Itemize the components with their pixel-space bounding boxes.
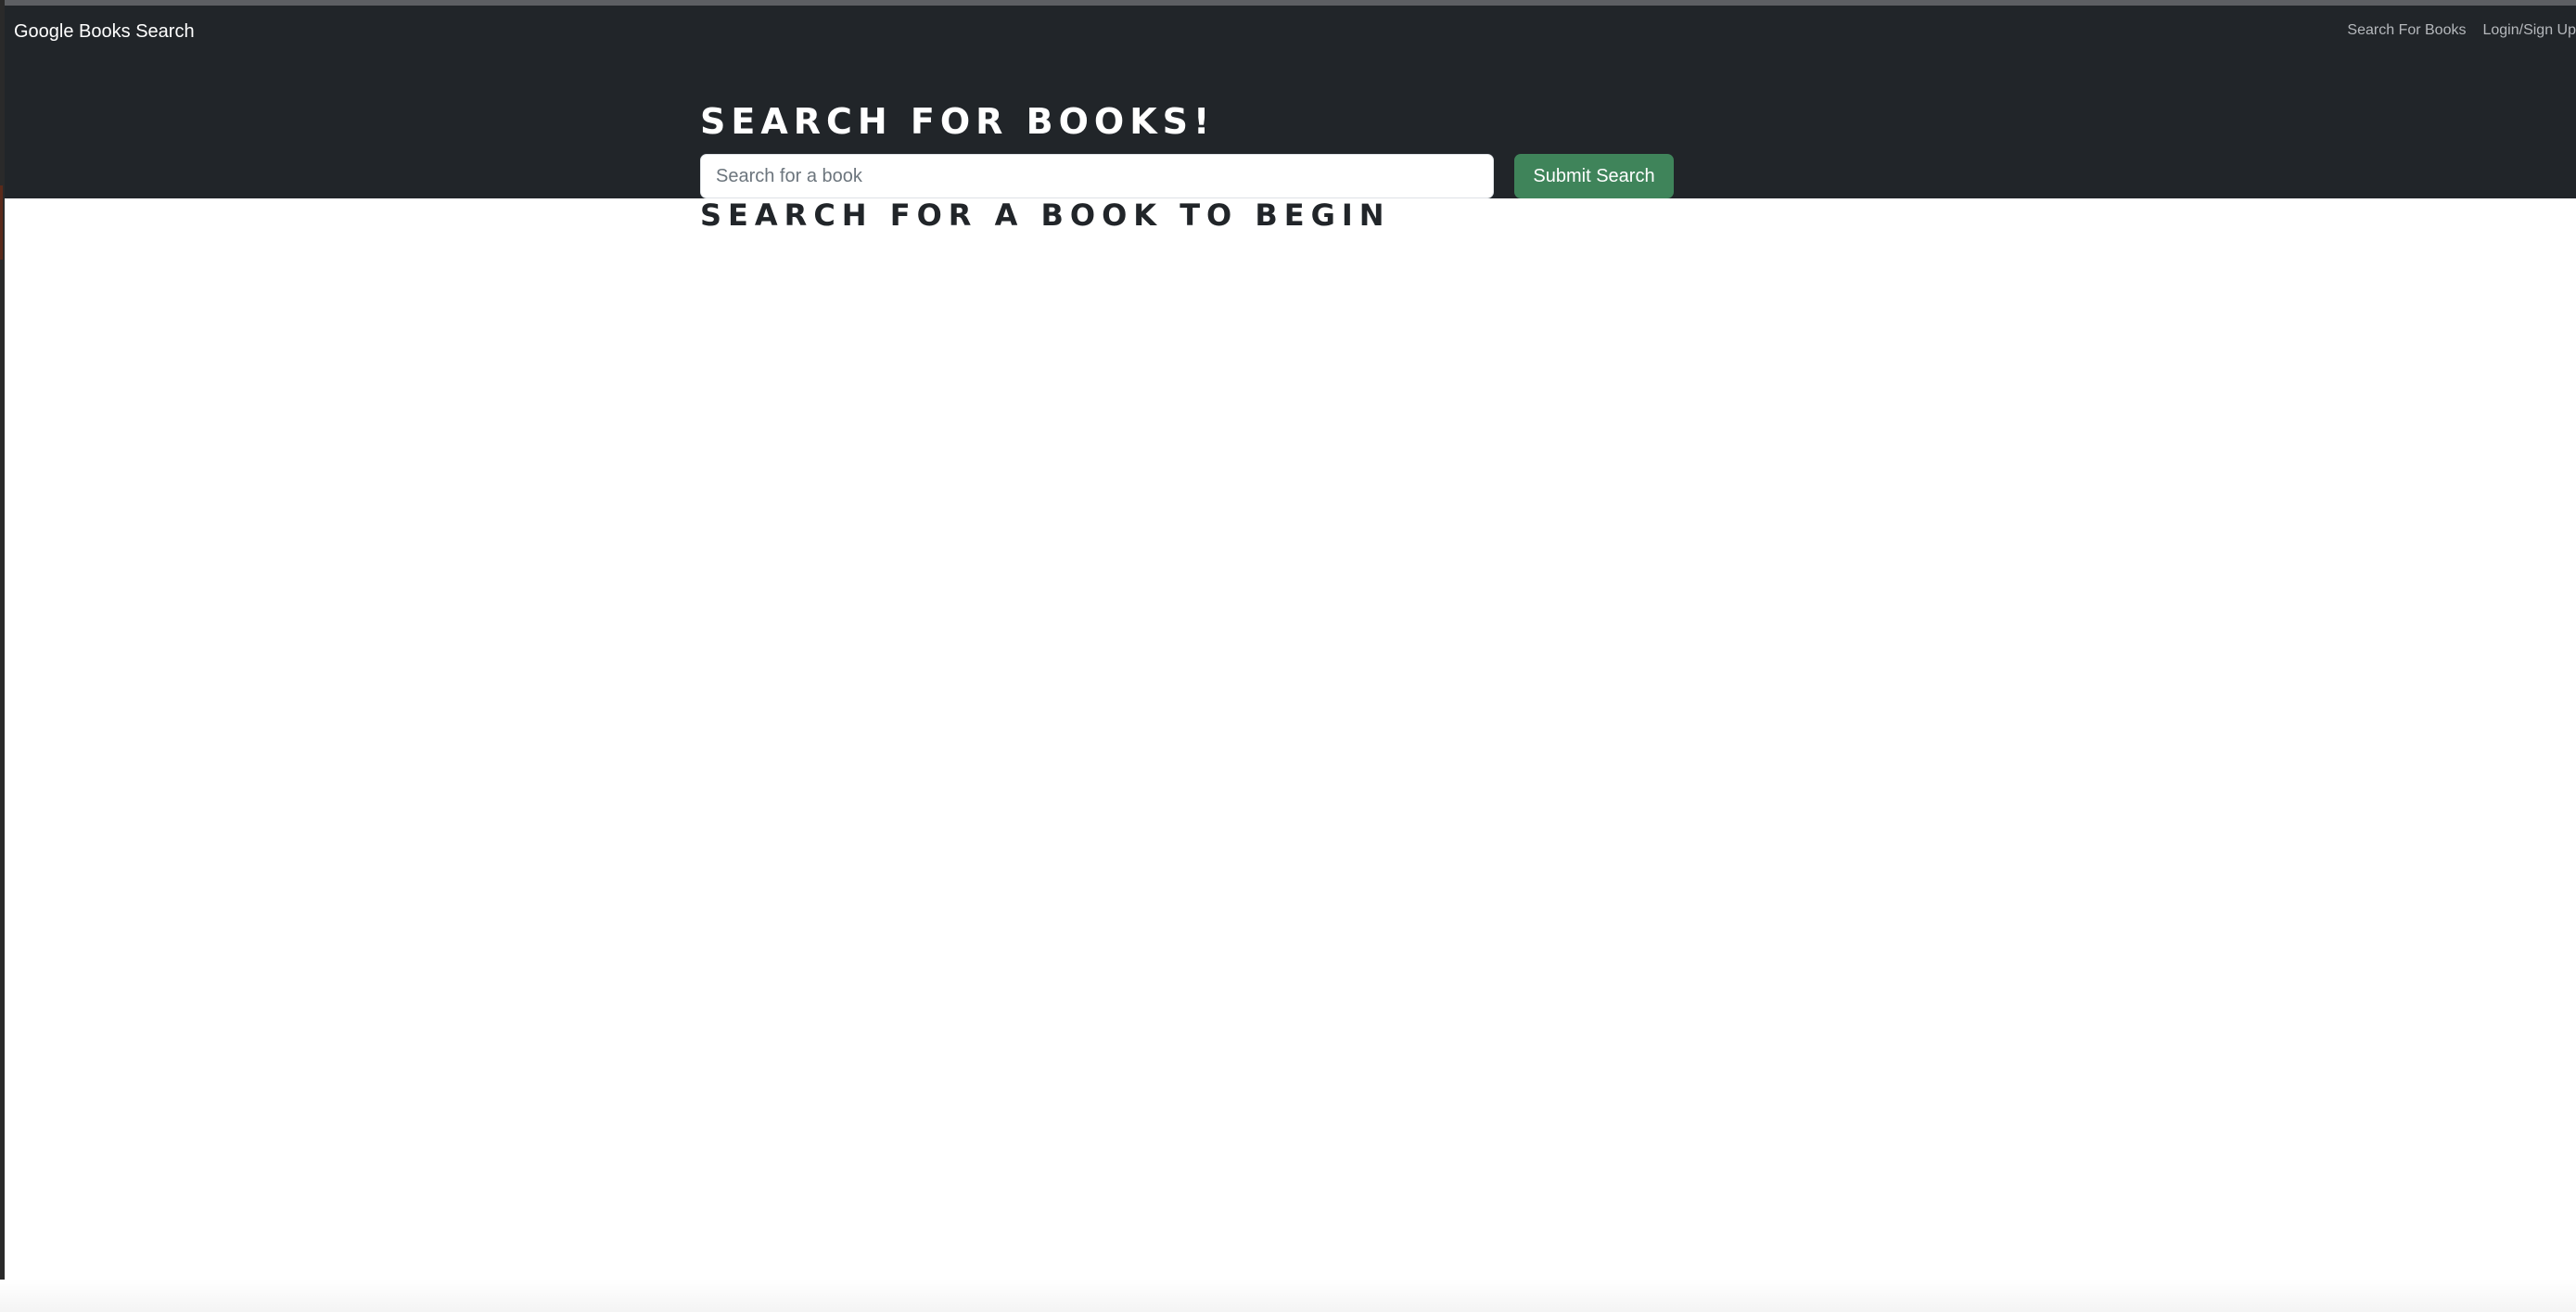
page-title: Search for Books!	[700, 101, 1216, 142]
top-navbar: Google Books Search Search For Books Log…	[5, 6, 2576, 59]
submit-search-button[interactable]: Submit Search	[1514, 154, 1674, 198]
nav-link-login-signup[interactable]: Login/Sign Up	[2482, 19, 2576, 42]
nav-link-search-for-books[interactable]: Search For Books	[2347, 19, 2466, 42]
results-heading: Search for a book to begin	[700, 197, 1391, 233]
brand-link[interactable]: Google Books Search	[14, 19, 195, 45]
search-input[interactable]	[700, 154, 1494, 198]
search-hero: Search for Books! Submit Search	[5, 59, 2576, 198]
window-left-edge-accent	[0, 185, 3, 260]
page-bottom-edge	[0, 1280, 2576, 1312]
nav-links: Search For Books Login/Sign Up	[2347, 19, 2576, 42]
